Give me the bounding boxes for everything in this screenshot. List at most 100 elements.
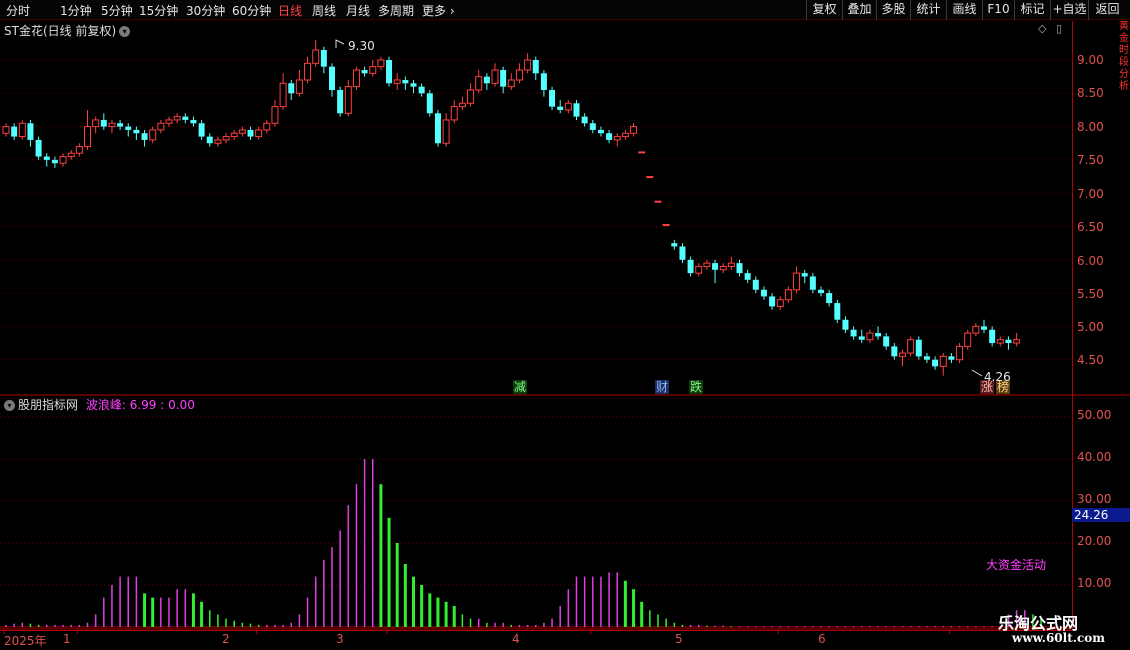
indicator-bar	[738, 626, 741, 628]
indicator-tick: 20.00	[1077, 534, 1112, 548]
indicator-bar	[363, 459, 366, 627]
indicator-bar	[803, 626, 806, 628]
indicator-bar	[934, 626, 936, 628]
candle-body	[230, 132, 238, 138]
indicator-bar	[477, 618, 480, 627]
candle-body	[842, 319, 849, 330]
indicator-bar	[502, 622, 504, 627]
price-tick: 6.50	[1077, 220, 1104, 234]
indicator-bar	[640, 601, 644, 627]
candle-body	[597, 129, 604, 134]
indicator-bar	[893, 626, 896, 628]
indicator-bar	[918, 626, 920, 628]
indicator-bar	[62, 624, 64, 627]
candle-body	[712, 263, 719, 270]
indicator-bar	[950, 626, 953, 628]
candle-body	[35, 139, 42, 157]
indicator-bar	[355, 484, 358, 627]
price-tick: 5.00	[1077, 320, 1104, 334]
event-marker[interactable]: 跌	[689, 380, 704, 394]
indicator-bar	[616, 572, 618, 627]
indicator-bar	[877, 626, 879, 628]
candle-body	[793, 272, 801, 291]
indicator-bar	[191, 593, 195, 627]
candle-body	[117, 123, 124, 127]
indicator-bar	[926, 626, 928, 628]
candle-body	[760, 289, 767, 297]
candle-body	[337, 89, 344, 114]
price-tick: 5.50	[1077, 287, 1104, 301]
candle-body	[858, 336, 865, 340]
series-value: 6.99	[129, 398, 157, 412]
candle-body	[646, 176, 654, 179]
candle-body	[932, 359, 939, 367]
indicator-bar	[494, 622, 496, 627]
candle-body	[826, 293, 833, 304]
indicator-bar	[665, 618, 667, 627]
chevron-down-icon[interactable]: ▾	[4, 400, 15, 411]
candle-body	[344, 86, 352, 114]
candle-body	[613, 136, 621, 141]
indicator-bar	[347, 505, 350, 627]
indicator-bar	[233, 620, 235, 627]
candle-body	[442, 119, 450, 144]
indicator-bar	[70, 624, 72, 627]
event-marker[interactable]: 财	[655, 380, 670, 394]
candle-body	[271, 106, 279, 124]
candle-body	[834, 303, 841, 320]
indicator-name: 股朋指标网	[18, 398, 79, 412]
indicator-bar	[526, 624, 529, 627]
indicator-bar	[543, 622, 545, 627]
candle-body	[923, 356, 930, 360]
candle-body	[369, 66, 377, 74]
event-marker[interactable]: 减	[513, 380, 528, 394]
indicator-bar	[681, 624, 684, 627]
price-tick: 8.50	[1077, 86, 1104, 100]
candle-body	[434, 113, 441, 144]
indicator-bar	[241, 622, 244, 627]
indicator-bar	[966, 626, 969, 628]
candle-body	[125, 126, 132, 130]
candle-body	[695, 265, 703, 274]
indicator-bar	[844, 626, 847, 628]
candle-body	[727, 262, 735, 267]
candle-body	[304, 62, 312, 81]
indicator-bar	[608, 572, 610, 627]
indicator-bar	[78, 624, 81, 627]
indicator-bar	[812, 626, 814, 628]
candle-body	[573, 103, 580, 117]
candle-body	[418, 86, 425, 94]
indicator-tick: 30.00	[1077, 492, 1112, 506]
indicator-bar	[885, 626, 887, 628]
indicator-bar	[779, 626, 781, 628]
indicator-bar	[828, 626, 830, 628]
candle-body	[638, 151, 646, 154]
candle-body	[671, 243, 678, 247]
candle-body	[100, 119, 107, 127]
candle-body	[377, 59, 385, 68]
indicator-bar	[452, 606, 456, 627]
indicator-bar	[518, 624, 521, 627]
indicator-bar	[942, 626, 944, 628]
candle-body	[329, 66, 335, 90]
indicator-bar	[469, 618, 472, 627]
indicator-bar	[436, 597, 440, 627]
indicator-bar	[592, 576, 594, 627]
indicator-bar	[37, 624, 40, 627]
indicator-bar	[274, 624, 276, 627]
candle-body	[532, 60, 539, 74]
indicator-bar	[127, 576, 129, 627]
candle-body	[956, 345, 964, 361]
indicator-bar	[372, 459, 374, 627]
indicator-bar	[306, 597, 309, 627]
candle-body	[989, 329, 996, 344]
candle-body	[198, 123, 205, 137]
candle-body	[92, 119, 100, 128]
indicator-bar	[632, 589, 636, 627]
indicator-bar	[135, 576, 138, 627]
high-price-label: 9.30	[348, 39, 375, 53]
candle-body	[581, 116, 588, 124]
indicator-bar	[143, 593, 147, 627]
candle-body	[915, 339, 922, 357]
indicator-bar	[209, 610, 211, 627]
